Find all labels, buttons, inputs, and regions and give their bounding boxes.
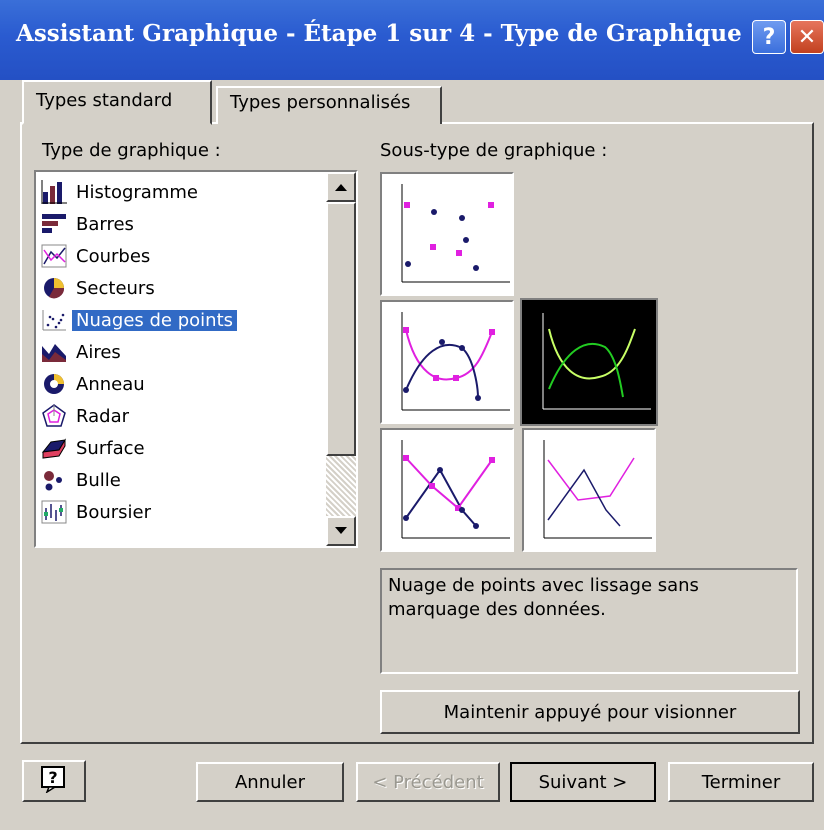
subtype-description: Nuage de points avec lissage sans marqua… bbox=[380, 568, 798, 674]
list-item-label: Aires bbox=[76, 341, 121, 363]
scatter-markers-thumbnail bbox=[401, 184, 510, 283]
arrow-up-icon bbox=[335, 180, 347, 194]
scroll-up-button[interactable] bbox=[326, 172, 356, 202]
tab-types-personnalises[interactable]: Types personnalisés bbox=[216, 86, 442, 124]
subtype-smoothed-markers[interactable] bbox=[380, 300, 514, 424]
tab-types-standard[interactable]: Types standard bbox=[22, 80, 212, 125]
list-item-histogramme[interactable]: Histogramme bbox=[40, 176, 324, 208]
finish-button[interactable]: Terminer bbox=[668, 762, 814, 802]
list-item-label: Surface bbox=[76, 437, 145, 459]
window-title: Assistant Graphique - Étape 1 sur 4 - Ty… bbox=[16, 20, 742, 47]
tab-label: Types personnalisés bbox=[230, 92, 411, 113]
close-button[interactable]: ✕ bbox=[790, 20, 824, 54]
bubble-chart-icon bbox=[40, 467, 68, 493]
list-item-label: Histogramme bbox=[76, 181, 198, 203]
lines-no-markers-thumbnail bbox=[543, 440, 652, 539]
list-item-label: Nuages de points bbox=[72, 309, 238, 331]
button-label: Maintenir appuyé pour visionner bbox=[443, 701, 737, 723]
scatter-chart-icon bbox=[40, 307, 68, 333]
list-item-nuages-de-points[interactable]: Nuages de points bbox=[40, 304, 324, 336]
scroll-down-button[interactable] bbox=[326, 516, 356, 546]
column-chart-icon bbox=[40, 179, 68, 205]
tab-label: Types standard bbox=[36, 90, 173, 111]
cancel-button[interactable]: Annuler bbox=[196, 762, 344, 802]
list-item-label: Anneau bbox=[76, 373, 145, 395]
subtype-lines-markers[interactable] bbox=[380, 428, 514, 552]
lines-markers-thumbnail bbox=[401, 440, 510, 539]
help-title-button[interactable]: ? bbox=[752, 20, 786, 54]
preview-button[interactable]: Maintenir appuyé pour visionner bbox=[380, 690, 800, 734]
list-item-secteurs[interactable]: Secteurs bbox=[40, 272, 324, 304]
list-item-label: Bulle bbox=[76, 469, 121, 491]
list-item-boursier[interactable]: Boursier bbox=[40, 496, 324, 528]
list-item-courbes[interactable]: Courbes bbox=[40, 240, 324, 272]
stock-chart-icon bbox=[40, 499, 68, 525]
button-label: Suivant > bbox=[538, 771, 628, 793]
chart-type-label: Type de graphique : bbox=[42, 140, 221, 161]
title-bar: Assistant Graphique - Étape 1 sur 4 - Ty… bbox=[0, 0, 824, 80]
list-item-aires[interactable]: Aires bbox=[40, 336, 324, 368]
button-label: < Précédent bbox=[372, 771, 484, 793]
button-label: Annuler bbox=[234, 771, 305, 793]
list-scrollbar[interactable] bbox=[326, 172, 356, 546]
subtype-smoothed-no-markers[interactable] bbox=[520, 298, 658, 426]
chart-type-list[interactable]: Histogramme Barres Courbes Secteurs Nuag… bbox=[34, 170, 358, 548]
question-icon: ? bbox=[762, 24, 776, 50]
subtype-label: Sous-type de graphique : bbox=[380, 140, 608, 161]
list-item-bulle[interactable]: Bulle bbox=[40, 464, 324, 496]
scroll-track[interactable] bbox=[326, 456, 356, 516]
pie-chart-icon bbox=[40, 275, 68, 301]
smoothed-markers-thumbnail bbox=[401, 312, 510, 411]
list-item-label: Barres bbox=[76, 213, 134, 235]
bar-chart-icon bbox=[40, 211, 68, 237]
help-assistant-icon: ? bbox=[39, 765, 69, 798]
doughnut-chart-icon bbox=[40, 371, 68, 397]
list-item-radar[interactable]: Radar bbox=[40, 400, 324, 432]
list-item-surface[interactable]: Surface bbox=[40, 432, 324, 464]
office-assistant-button[interactable]: ? bbox=[22, 760, 86, 802]
scroll-thumb[interactable] bbox=[326, 202, 356, 456]
subtype-scatter-markers[interactable] bbox=[380, 172, 514, 296]
close-icon: ✕ bbox=[797, 24, 817, 50]
area-chart-icon bbox=[40, 339, 68, 365]
list-item-barres[interactable]: Barres bbox=[40, 208, 324, 240]
list-item-anneau[interactable]: Anneau bbox=[40, 368, 324, 400]
list-item-label: Boursier bbox=[76, 501, 152, 523]
previous-button[interactable]: < Précédent bbox=[356, 762, 500, 802]
radar-chart-icon bbox=[40, 403, 68, 429]
list-item-label: Courbes bbox=[76, 245, 151, 267]
surface-chart-icon bbox=[40, 435, 68, 461]
subtype-lines-no-markers[interactable] bbox=[522, 428, 656, 552]
arrow-down-icon bbox=[335, 524, 347, 538]
list-item-label: Secteurs bbox=[76, 277, 155, 299]
next-button[interactable]: Suivant > bbox=[510, 762, 656, 802]
help-glyph: ? bbox=[48, 768, 57, 787]
line-chart-icon bbox=[40, 243, 68, 269]
button-label: Terminer bbox=[701, 771, 781, 793]
smoothed-no-markers-thumbnail bbox=[542, 313, 651, 410]
list-item-label: Radar bbox=[76, 405, 129, 427]
